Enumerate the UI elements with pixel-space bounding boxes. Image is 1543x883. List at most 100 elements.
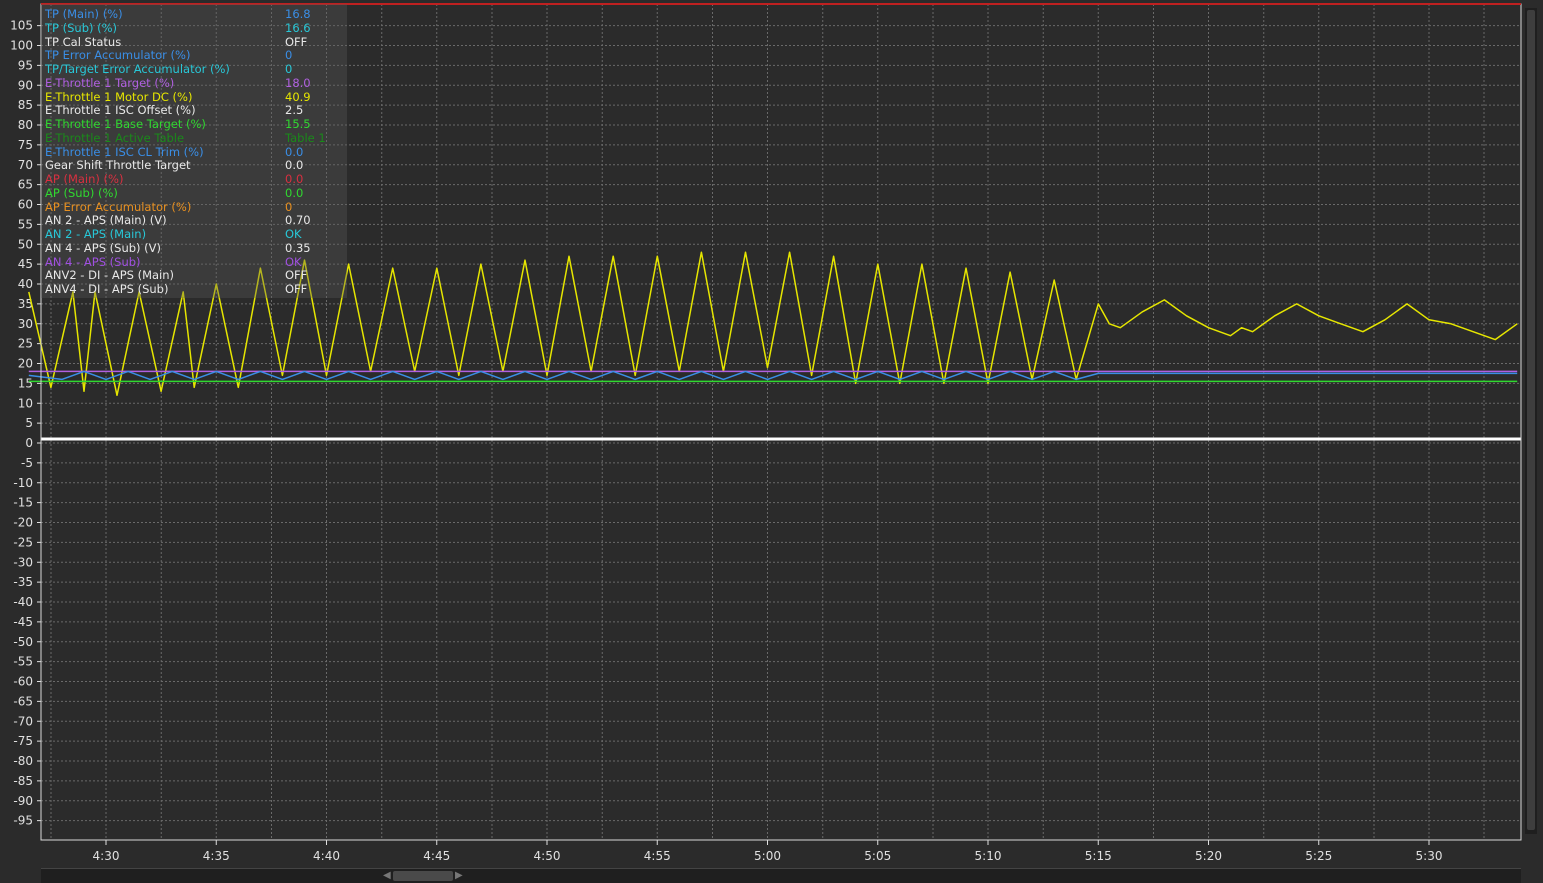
- legend-value: 0.0: [285, 158, 304, 173]
- x-tick-label: 5:30: [1416, 849, 1443, 863]
- y-tick-label: 0: [25, 436, 33, 450]
- channel-legend: TP (Main) (%) 16.8 TP (Sub) (%) 16.6 TP Cal …: [41, 4, 347, 298]
- y-tick-label: 25: [18, 337, 33, 351]
- y-tick-label: -75: [13, 734, 33, 748]
- vertical-scrollbar[interactable]: [1525, 8, 1537, 834]
- legend-label: AN 2 - APS (Main): [45, 227, 147, 241]
- y-tick-label: -30: [13, 555, 33, 569]
- legend-label: E-Throttle 1 ISC Offset (%): [45, 103, 196, 118]
- legend-value: OFF: [285, 268, 308, 283]
- legend-value: 0: [285, 199, 293, 214]
- y-tick-label: 20: [18, 357, 33, 371]
- legend-label: AP (Sub) (%): [45, 185, 118, 200]
- legend-value: 0: [285, 48, 293, 63]
- legend-label: E-Throttle 1 Base Target (%): [45, 117, 206, 131]
- legend-value: 0.0: [285, 185, 304, 200]
- y-tick-label: -20: [13, 516, 33, 530]
- legend-label: ANV2 - DI - APS (Main): [45, 268, 175, 283]
- y-tick-label: 100: [10, 39, 33, 53]
- y-tick-label: -80: [13, 754, 33, 768]
- legend-label: E-Throttle 1 Target (%): [45, 75, 175, 90]
- legend-label: AP Error Accumulator (%): [45, 199, 192, 214]
- y-tick-label: 95: [18, 58, 33, 72]
- scroll-right-arrow-icon[interactable]: ▶: [455, 869, 463, 883]
- legend-label: E-Throttle 1 Motor DC (%): [45, 89, 193, 104]
- y-tick-label: 30: [18, 317, 33, 331]
- x-tick-label: 5:15: [1085, 849, 1112, 863]
- legend-value: 0.0: [285, 172, 304, 186]
- legend-label: TP Error Accumulator (%): [45, 48, 191, 63]
- horizontal-scrollbar[interactable]: ◀ ▶: [41, 868, 1521, 883]
- x-tick-label: 4:40: [313, 849, 340, 863]
- legend-value: 0.70: [285, 213, 311, 228]
- y-tick-label: 90: [18, 78, 33, 92]
- legend-value: OK: [285, 254, 302, 269]
- legend-label: AN 2 - APS (Main) (V): [45, 213, 167, 228]
- y-tick-label: -65: [13, 694, 33, 708]
- legend-label: E-Throttle 1 ISC CL Trim (%): [45, 144, 204, 159]
- y-tick-label: -70: [13, 714, 33, 728]
- y-tick-label: 15: [18, 376, 33, 390]
- y-tick-label: 75: [18, 138, 33, 152]
- y-tick-label: -50: [13, 635, 33, 649]
- legend-label: E-Throttle 1 Active Table: [45, 130, 185, 145]
- legend-label: TP (Main) (%): [45, 7, 123, 21]
- y-tick-label: 65: [18, 178, 33, 192]
- y-tick-label: 10: [18, 396, 33, 410]
- x-tick-label: 4:45: [423, 849, 450, 863]
- y-tick-label: -15: [13, 496, 33, 510]
- vertical-scroll-thumb[interactable]: [1527, 10, 1535, 830]
- series-line-tp-main: [28, 370, 1518, 381]
- legend-value: 16.6: [285, 20, 311, 35]
- y-tick-label: 5: [25, 416, 33, 430]
- y-tick-label: 45: [18, 257, 33, 271]
- legend-value: OK: [285, 227, 302, 241]
- x-tick-label: 4:35: [203, 849, 230, 863]
- legend-value: 0: [285, 62, 293, 76]
- legend-label: Gear Shift Throttle Target: [45, 158, 191, 173]
- legend-label: AN 4 - APS (Sub) (V): [45, 240, 162, 255]
- y-tick-label: -25: [13, 535, 33, 549]
- y-tick-label: -10: [13, 476, 33, 490]
- legend-value: 18.0: [285, 75, 311, 90]
- legend-value: OFF: [285, 282, 308, 296]
- legend-label: AN 4 - APS (Sub): [45, 254, 141, 269]
- y-tick-label: -90: [13, 794, 33, 808]
- y-tick-label: 40: [18, 277, 33, 291]
- legend-label: TP/Target Error Accumulator (%): [45, 62, 230, 76]
- y-tick-label: -5: [21, 456, 33, 470]
- x-tick-label: 5:25: [1305, 849, 1332, 863]
- legend-value: OFF: [285, 34, 308, 49]
- x-tick-label: 5:05: [864, 849, 891, 863]
- x-tick-label: 5:10: [975, 849, 1002, 863]
- y-tick-label: -95: [13, 814, 33, 828]
- legend-label: AP (Main) (%): [45, 172, 124, 186]
- y-tick-label: 60: [18, 198, 33, 212]
- x-tick-label: 4:30: [93, 849, 120, 863]
- y-tick-label: 55: [18, 217, 33, 231]
- y-tick-label: 105: [10, 19, 33, 33]
- legend-value: Table 1: [285, 130, 326, 145]
- y-tick-label: 80: [18, 118, 33, 132]
- scroll-left-arrow-icon[interactable]: ◀: [383, 869, 391, 883]
- legend-value: 16.8: [285, 7, 311, 21]
- y-tick-label: -45: [13, 615, 33, 629]
- x-tick-label: 4:55: [644, 849, 671, 863]
- legend-label: TP (Sub) (%): [45, 20, 118, 35]
- x-tick-label: 5:20: [1195, 849, 1222, 863]
- legend-value: 15.5: [285, 117, 311, 131]
- x-axis-ticks: 4:30 4:35 4:40 4:45 4:50 4:55 5:00 5:05 5:10 5:15…: [93, 840, 1443, 863]
- y-tick-label: 50: [18, 237, 33, 251]
- y-tick-label: -40: [13, 595, 33, 609]
- legend-value: 40.9: [285, 89, 311, 104]
- y-axis-ticks: 1051009590858075706560555045403530252015…: [10, 19, 41, 828]
- x-tick-label: 4:50: [534, 849, 561, 863]
- legend-label: TP Cal Status: [45, 34, 122, 49]
- legend-label: ANV4 - DI - APS (Sub): [45, 282, 169, 296]
- y-tick-label: -35: [13, 575, 33, 589]
- y-tick-label: -60: [13, 675, 33, 689]
- x-tick-label: 5:00: [754, 849, 781, 863]
- y-tick-label: -55: [13, 655, 33, 669]
- legend-value: 0.0: [285, 144, 304, 159]
- horizontal-scroll-thumb[interactable]: [393, 871, 453, 881]
